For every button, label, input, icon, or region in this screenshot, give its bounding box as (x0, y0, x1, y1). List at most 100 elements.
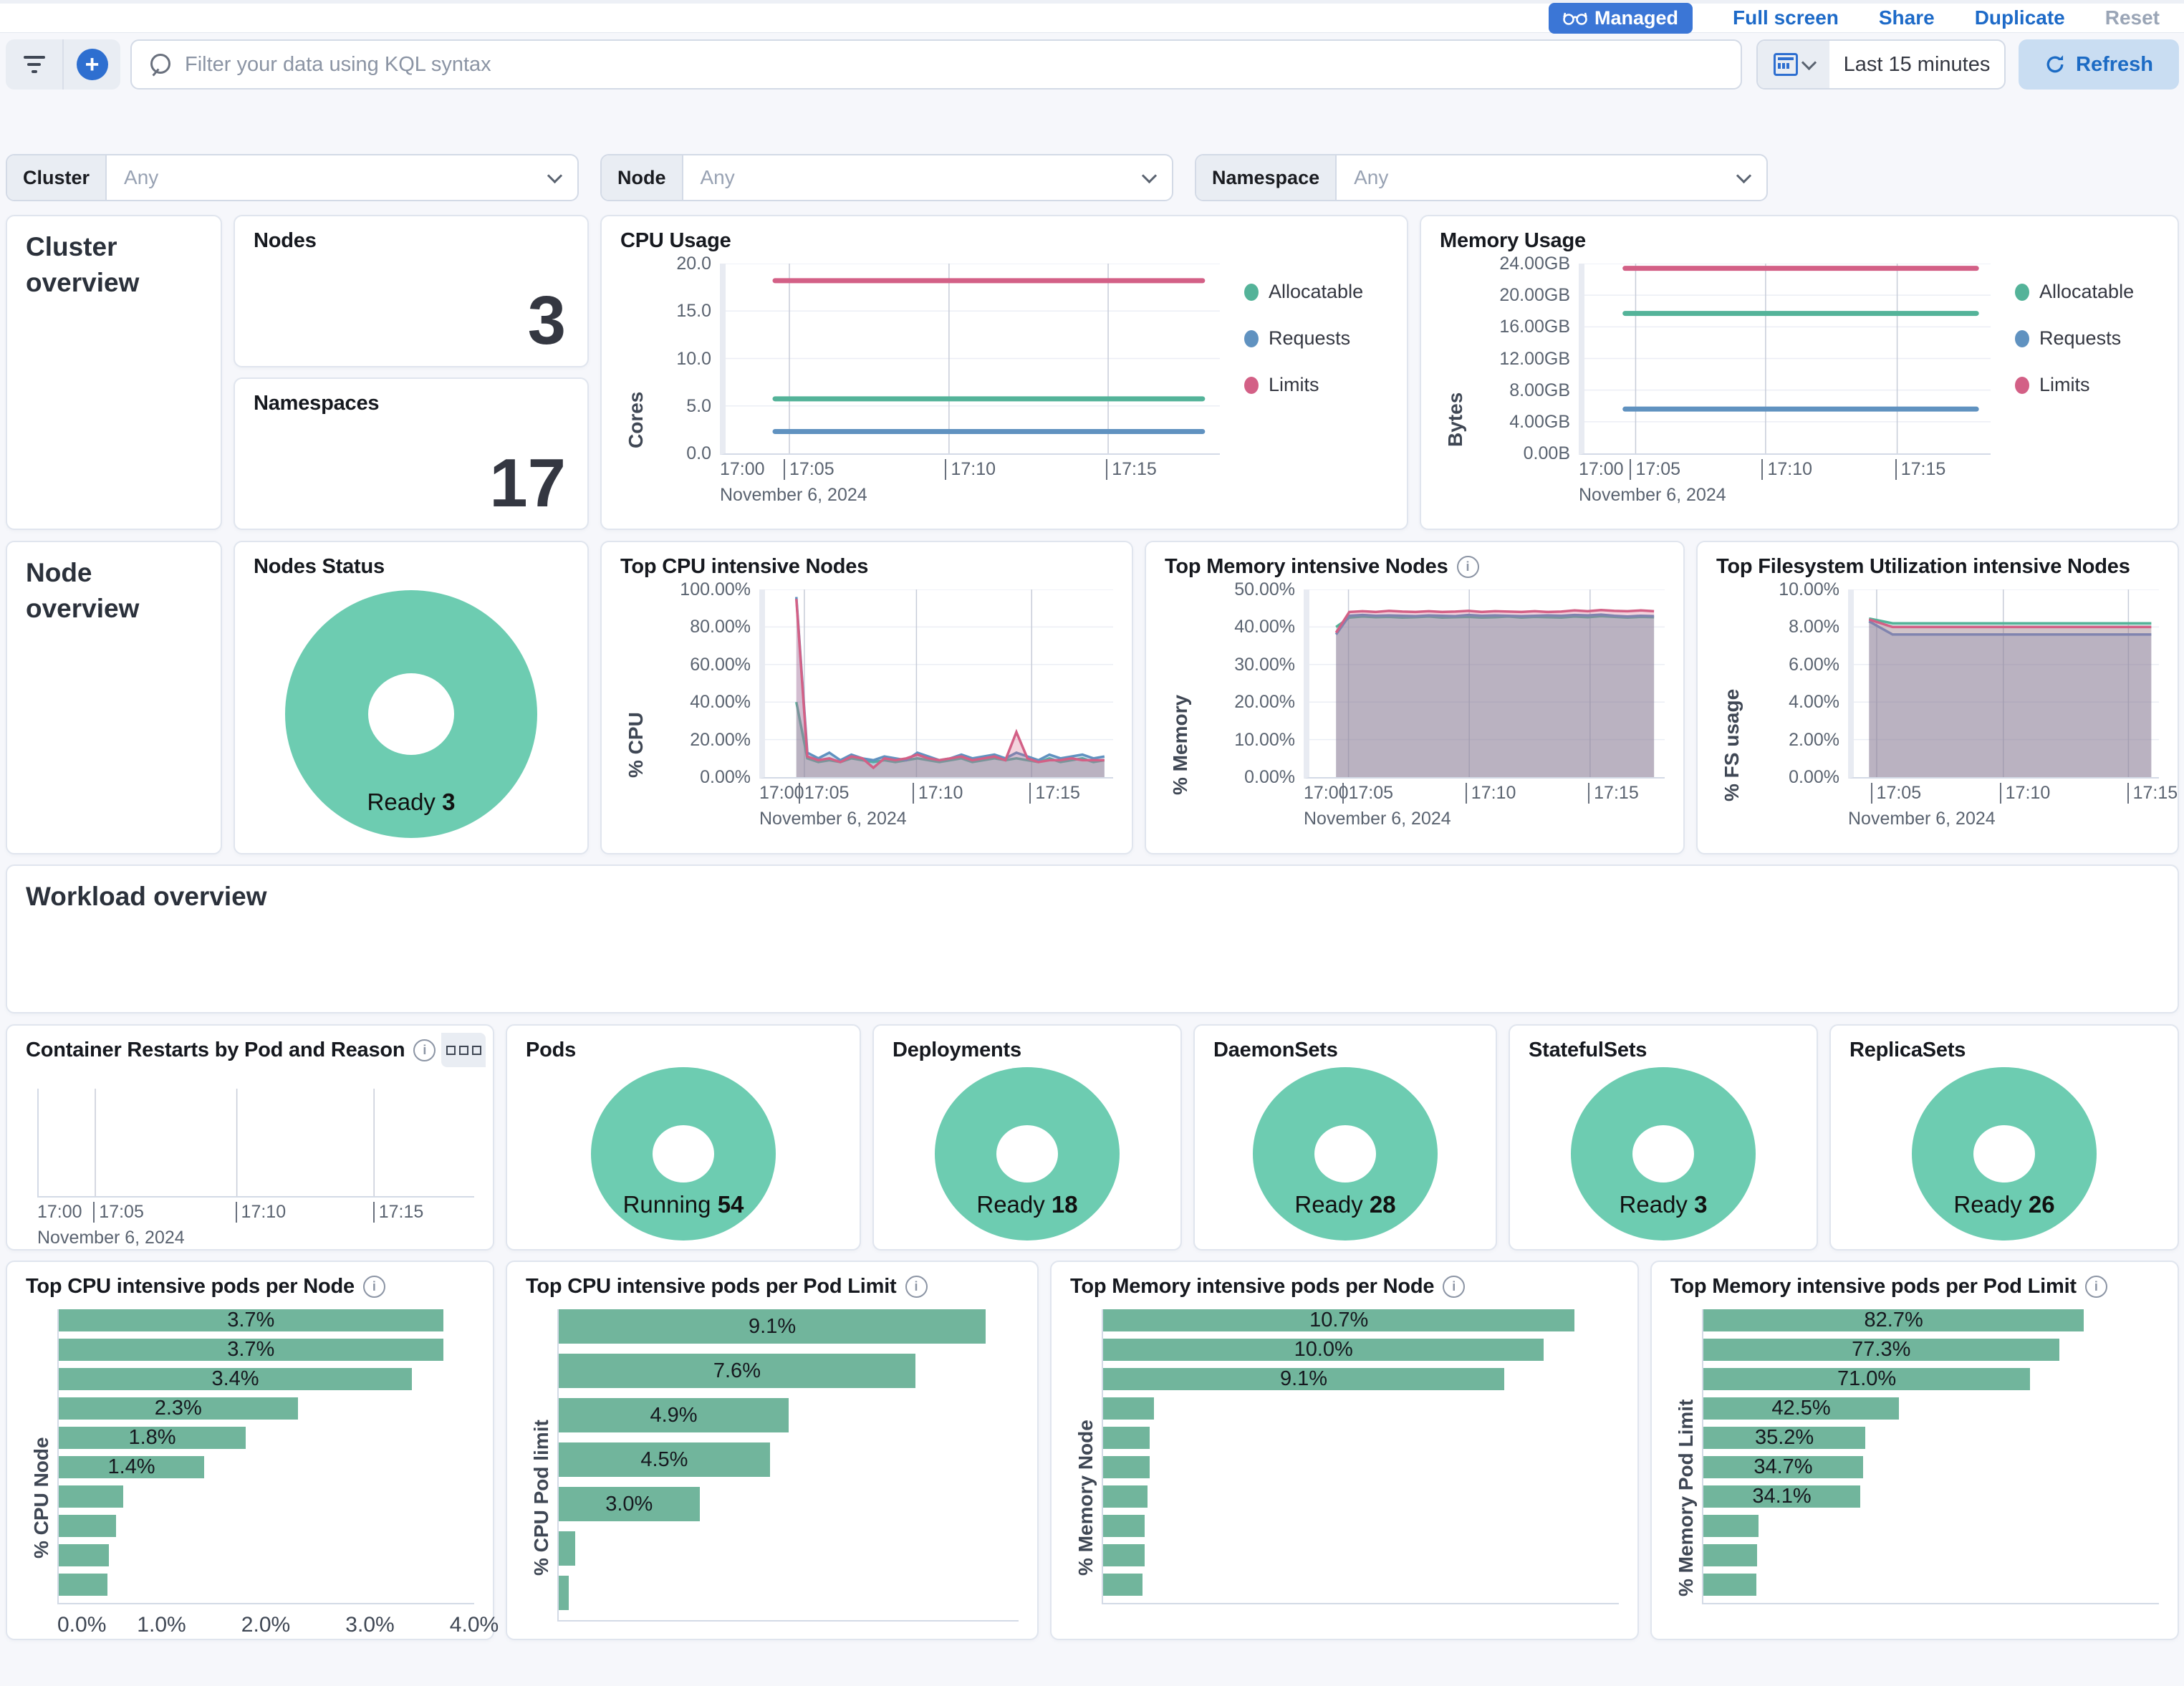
plot-area[interactable] (759, 589, 1113, 779)
plot-area[interactable] (1304, 589, 1665, 779)
bar[interactable]: 7.6% (559, 1354, 915, 1388)
legend-item[interactable]: Allocatable (2015, 281, 2159, 303)
deployments-donut[interactable]: Ready 18 (935, 1067, 1120, 1241)
bar[interactable] (1103, 1515, 1145, 1537)
nodes-status-donut[interactable]: Ready 3 (285, 590, 537, 838)
bar[interactable] (1703, 1574, 1756, 1596)
panel-namespaces-metric[interactable]: Namespaces 17 (234, 377, 589, 530)
replicasets-donut[interactable]: Ready 26 (1912, 1067, 2097, 1241)
bar-value-label: 1.8% (59, 1427, 246, 1449)
bar-value-label: 10.7% (1103, 1309, 1574, 1331)
bar[interactable] (59, 1544, 109, 1566)
panel-title: Top Filesystem Utilization intensive Nod… (1716, 555, 2130, 579)
bar[interactable]: 82.7% (1703, 1309, 2084, 1331)
bar[interactable] (1103, 1485, 1148, 1508)
bar[interactable] (59, 1515, 116, 1537)
time-quick-select-button[interactable] (1758, 41, 1829, 88)
legend-item[interactable]: Allocatable (1244, 281, 1388, 303)
bar[interactable]: 34.7% (1703, 1456, 1863, 1478)
node-filter[interactable]: Node Any (600, 154, 1173, 201)
bar[interactable] (559, 1576, 569, 1610)
plot-area[interactable] (1579, 264, 1991, 455)
bar[interactable]: 9.1% (1103, 1368, 1504, 1390)
bar[interactable]: 3.4% (59, 1368, 412, 1390)
reset-button[interactable]: Reset (2105, 6, 2160, 29)
legend-item[interactable]: Requests (1244, 327, 1388, 350)
memory-usage-chart[interactable]: Bytes24.00GB20.00GB16.00GB12.00GB8.00GB4… (1440, 264, 2159, 576)
info-icon[interactable]: i (905, 1276, 928, 1298)
managed-badge[interactable]: Managed (1549, 3, 1693, 34)
bar[interactable] (1703, 1544, 1757, 1566)
bar[interactable]: 71.0% (1703, 1368, 2030, 1390)
bar[interactable]: 4.5% (559, 1442, 770, 1477)
legend-item[interactable]: Limits (2015, 374, 2159, 396)
bar[interactable]: 9.1% (559, 1309, 986, 1344)
bar[interactable]: 1.4% (59, 1456, 204, 1478)
plot-area[interactable] (1848, 589, 2159, 779)
plot-area[interactable]: 9.1% 7.6% 4.9% 4.5% 3.0% (557, 1309, 1019, 1622)
bar[interactable] (1103, 1427, 1150, 1449)
top-cpu-nodes-chart[interactable]: % CPU100.00%80.00%60.00%40.00%20.00%0.00… (620, 589, 1113, 900)
time-range-value[interactable]: Last 15 minutes (1829, 53, 2004, 77)
bar[interactable]: 3.0% (559, 1487, 700, 1521)
time-picker[interactable]: Last 15 minutes (1756, 39, 2006, 90)
bar[interactable]: 77.3% (1703, 1339, 2059, 1361)
top-mem-pods-limit-chart[interactable]: % Memory Pod Limit82.7%77.3%71.0%42.5%35… (1670, 1309, 2159, 1686)
bar[interactable]: 4.9% (559, 1398, 789, 1432)
cluster-filter[interactable]: Cluster Any (6, 154, 579, 201)
legend-item[interactable]: Requests (2015, 327, 2159, 350)
plot-area[interactable]: 82.7% 77.3% 71.0% 42.5% 35.2% 34.7% 34.1% (1702, 1309, 2159, 1604)
bar[interactable] (1103, 1574, 1142, 1596)
bar[interactable]: 34.1% (1703, 1485, 1860, 1508)
bar[interactable]: 1.8% (59, 1427, 246, 1449)
bar[interactable] (1703, 1515, 1759, 1537)
info-icon[interactable]: i (1457, 556, 1479, 578)
managed-label: Managed (1594, 7, 1678, 29)
namespace-filter[interactable]: Namespace Any (1195, 154, 1768, 201)
filters-menu-button[interactable] (6, 39, 62, 90)
statefulsets-donut[interactable]: Ready 3 (1571, 1067, 1756, 1241)
bar[interactable] (59, 1485, 123, 1508)
bar[interactable] (59, 1574, 107, 1596)
bar[interactable] (1103, 1397, 1154, 1420)
info-icon[interactable]: i (2085, 1276, 2107, 1298)
bar[interactable]: 10.7% (1103, 1309, 1574, 1331)
panel-options-button[interactable] (441, 1033, 486, 1067)
refresh-button[interactable]: Refresh (2019, 39, 2179, 90)
top-fs-nodes-chart[interactable]: % FS usage10.00%8.00%6.00%4.00%2.00%0.00… (1716, 589, 2159, 900)
kql-search-bar[interactable] (130, 39, 1742, 90)
bar[interactable] (559, 1531, 575, 1566)
top-cpu-pods-node-chart[interactable]: % CPU Node3.7%3.7%3.4%2.3%1.8%1.4%0.0%1.… (26, 1309, 474, 1686)
duplicate-button[interactable]: Duplicate (1975, 6, 2065, 29)
daemonsets-donut[interactable]: Ready 28 (1253, 1067, 1438, 1241)
donut-hole (1314, 1125, 1376, 1182)
top-memory-nodes-chart[interactable]: % Memory50.00%40.00%30.00%20.00%10.00%0.… (1165, 589, 1665, 900)
plot-area[interactable]: 10.7% 10.0% 9.1% (1102, 1309, 1619, 1604)
share-button[interactable]: Share (1879, 6, 1935, 29)
pods-donut[interactable]: Running 54 (591, 1067, 776, 1241)
plot-area[interactable]: 3.7% 3.7% 3.4% 2.3% 1.8% 1.4% (57, 1309, 474, 1604)
bar[interactable]: 10.0% (1103, 1339, 1544, 1361)
search-input[interactable] (183, 52, 1723, 77)
legend-item[interactable]: Limits (1244, 374, 1388, 396)
plot-area[interactable] (720, 264, 1220, 455)
panel-replicasets: ReplicaSets Ready 26 (1829, 1024, 2179, 1251)
bar[interactable] (1103, 1544, 1145, 1566)
bar[interactable]: 42.5% (1703, 1397, 1899, 1420)
top-mem-pods-node-chart[interactable]: % Memory Node10.7%10.0%9.1% (1070, 1309, 1619, 1686)
info-icon[interactable]: i (413, 1039, 436, 1061)
panel-nodes-metric[interactable]: Nodes 3 (234, 215, 589, 367)
full-screen-button[interactable]: Full screen (1733, 6, 1839, 29)
plot-area[interactable] (37, 1089, 474, 1198)
cpu-usage-chart[interactable]: Cores20.015.010.05.00.017:0017:0517:1017… (620, 264, 1388, 576)
add-filter-button[interactable]: + (64, 39, 120, 90)
info-icon[interactable]: i (1443, 1276, 1465, 1298)
bar[interactable]: 2.3% (59, 1397, 298, 1420)
y-axis-ticks: 20.015.010.05.00.0 (652, 264, 720, 453)
bar[interactable] (1103, 1456, 1150, 1478)
bar[interactable]: 35.2% (1703, 1427, 1865, 1449)
info-icon[interactable]: i (363, 1276, 385, 1298)
top-cpu-pods-limit-chart[interactable]: % CPU Pod limit9.1%7.6%4.9%4.5%3.0% (526, 1309, 1019, 1686)
bar[interactable]: 3.7% (59, 1339, 443, 1361)
bar[interactable]: 3.7% (59, 1309, 443, 1331)
